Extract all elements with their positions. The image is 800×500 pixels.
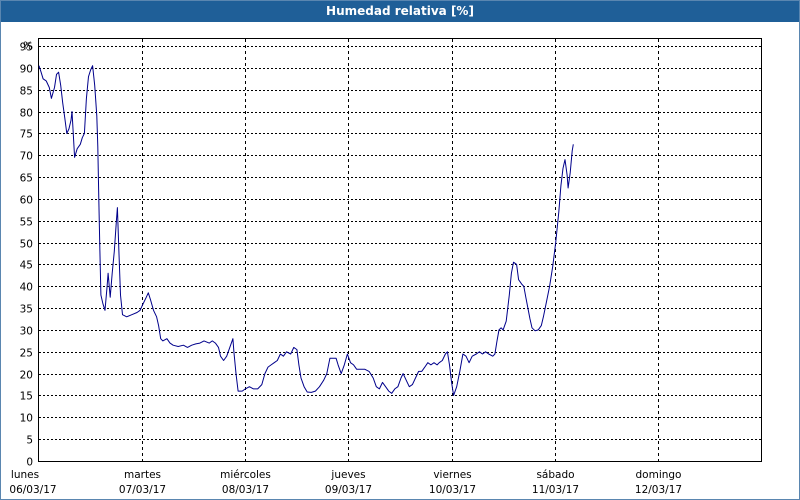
series-line xyxy=(38,65,574,396)
x-tick-date: 07/03/17 xyxy=(119,484,166,496)
x-tick-day: lunes xyxy=(11,469,39,481)
y-tick-label: 55 xyxy=(20,217,33,229)
y-tick-label: 20 xyxy=(20,370,33,382)
y-tick-label: 5 xyxy=(26,435,33,447)
x-axis: lunes 06/03/17 martes 07/03/17 miércoles 08/0… xyxy=(9,469,682,496)
y-tick-label: 35 xyxy=(20,304,33,316)
grid xyxy=(39,39,761,461)
x-tick-day: martes xyxy=(124,469,161,481)
x-tick-day: domingo xyxy=(636,469,682,481)
y-tick-label: 80 xyxy=(20,108,33,120)
x-tick-date: 12/03/17 xyxy=(635,484,682,496)
line-chart: 05101520253035404550556065707580859095 l… xyxy=(9,38,762,496)
x-tick-date: 11/03/17 xyxy=(532,484,579,496)
x-tick-day: sábado xyxy=(536,469,574,481)
y-tick-label: 60 xyxy=(20,195,33,207)
y-tick-label: 90 xyxy=(20,64,33,76)
y-tick-label: 45 xyxy=(20,260,33,272)
series-layer xyxy=(38,65,574,396)
y-tick-label: 10 xyxy=(20,413,33,425)
x-tick-date: 06/03/17 xyxy=(9,484,56,496)
x-tick-date: 08/03/17 xyxy=(222,484,269,496)
x-tick-date: 10/03/17 xyxy=(429,484,476,496)
y-axis-label: % xyxy=(23,41,33,53)
y-tick-label: 15 xyxy=(20,391,33,403)
y-tick-label: 85 xyxy=(20,86,33,98)
y-tick-label: 65 xyxy=(20,173,33,185)
y-tick-label: 75 xyxy=(20,129,33,141)
y-tick-label: 70 xyxy=(20,151,33,163)
y-tick-label: 25 xyxy=(20,348,33,360)
plot-area xyxy=(38,38,762,462)
x-tick-day: viernes xyxy=(433,469,471,481)
y-axis: 05101520253035404550556065707580859095 xyxy=(20,42,33,469)
x-tick-day: miércoles xyxy=(220,469,271,481)
y-tick-label: 40 xyxy=(20,282,33,294)
y-tick-label: 30 xyxy=(20,326,33,338)
x-tick-date: 09/03/17 xyxy=(325,484,372,496)
y-tick-label: 0 xyxy=(26,457,33,469)
x-tick-day: jueves xyxy=(330,469,365,481)
y-tick-label: 50 xyxy=(20,239,33,251)
